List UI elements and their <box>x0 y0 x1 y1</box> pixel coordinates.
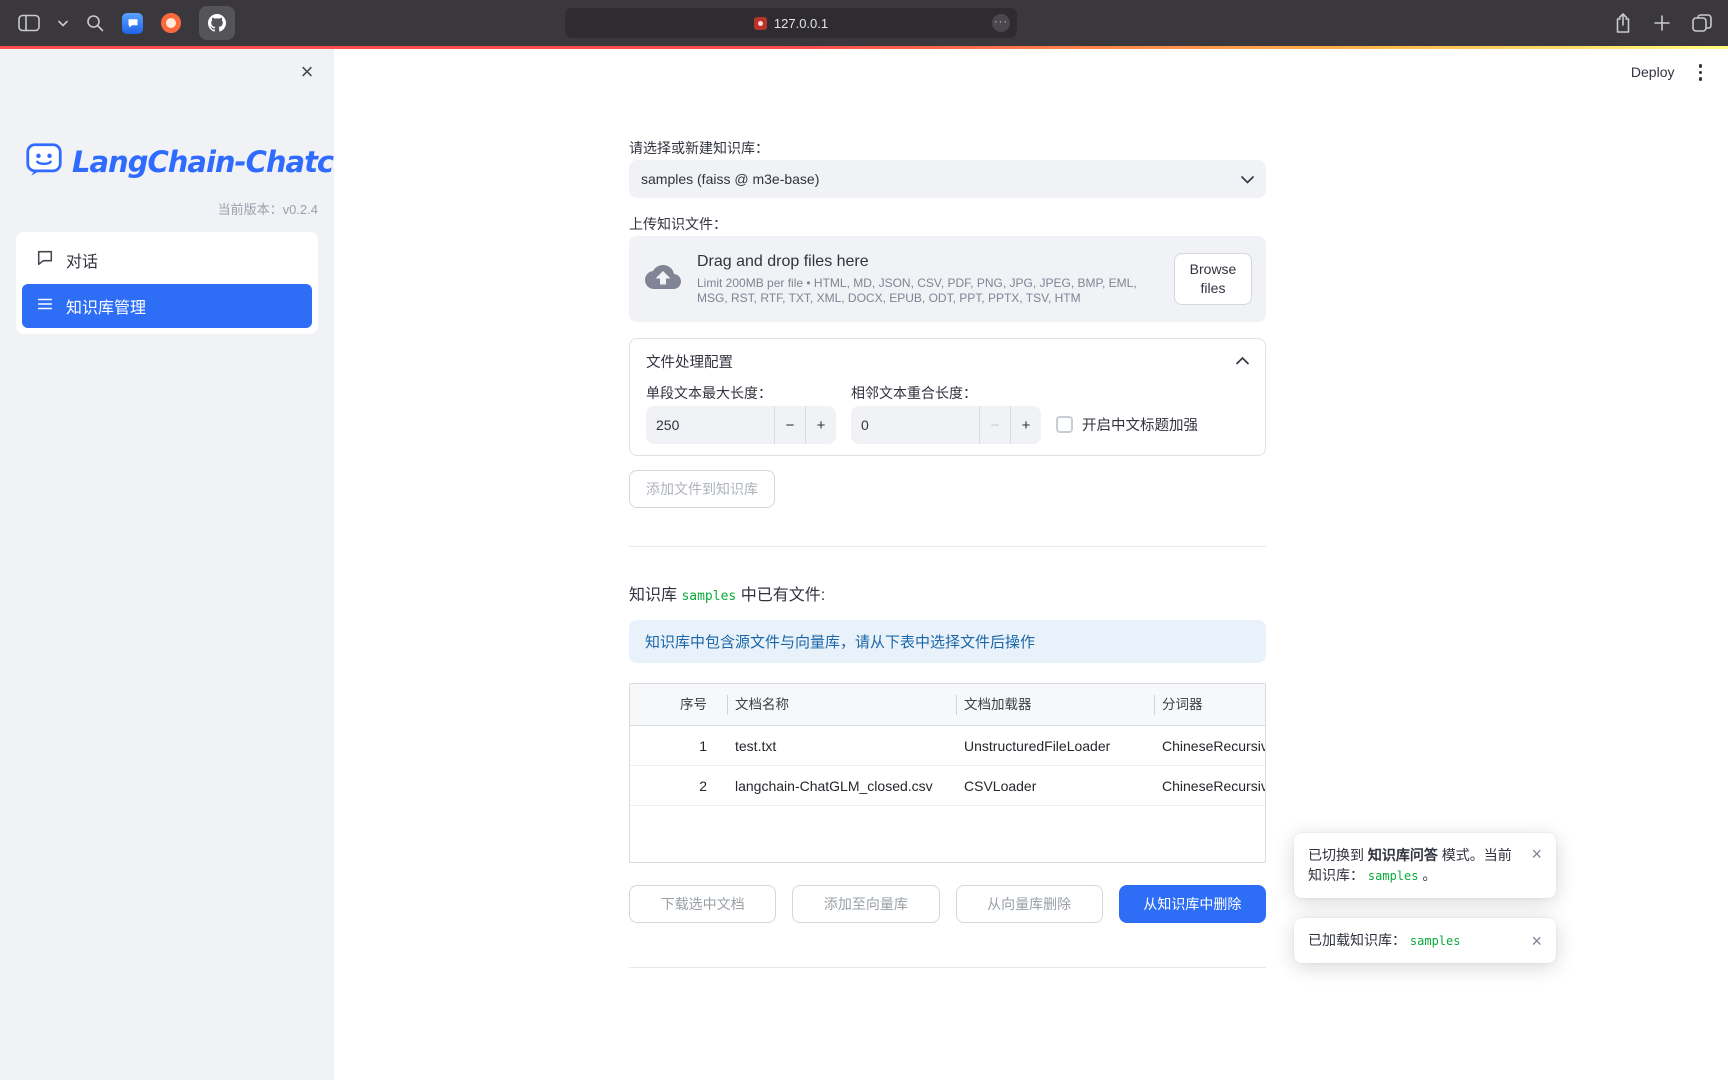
minus-stepper[interactable]: − <box>774 406 805 444</box>
info-banner: 知识库中包含源文件与向量库，请从下表中选择文件后操作 <box>629 620 1266 663</box>
toast-stack: 已切换到 知识库问答 模式。当前知识库： samples 。 × 已加载知识库：… <box>1294 833 1556 963</box>
delete-from-kb-button[interactable]: 从知识库中删除 <box>1119 885 1266 923</box>
expander-title: 文件处理配置 <box>646 351 1236 372</box>
cloud-upload-icon <box>645 259 681 300</box>
checkbox-box[interactable] <box>1056 416 1073 433</box>
toast-text: 已切换到 知识库问答 模式。当前知识库： samples 。 <box>1308 845 1521 886</box>
kb-selectbox[interactable]: samples (faiss @ m3e-base) <box>629 160 1266 198</box>
sidebar-item-knowledge-base[interactable]: 知识库管理 <box>22 284 312 328</box>
expander-body: 单段文本最大长度： 250 − + 相邻文本重合长度： 0 − + <box>630 383 1265 444</box>
table-cell[interactable]: langchain-ChatGLM_closed.csv <box>727 766 956 806</box>
column-header[interactable]: 文档加载器 <box>956 684 1154 726</box>
new-tab-icon[interactable] <box>1654 15 1670 31</box>
plus-stepper[interactable]: + <box>1010 406 1041 444</box>
table-empty-area <box>630 806 1265 862</box>
download-selected-button[interactable]: 下载选中文档 <box>629 885 776 923</box>
title-enhance-checkbox[interactable]: 开启中文标题加强 <box>1056 414 1198 435</box>
overlap-label: 相邻文本重合长度： <box>851 383 1041 401</box>
toast-mode-switched: 已切换到 知识库问答 模式。当前知识库： samples 。 × <box>1294 833 1556 898</box>
streamlit-header: Deploy <box>1631 60 1710 85</box>
pinned-tab-chat-icon[interactable] <box>122 13 143 34</box>
deploy-button[interactable]: Deploy <box>1631 64 1675 80</box>
dropzone-text: Drag and drop files here Limit 200MB per… <box>697 253 1158 306</box>
sidebar: × LangChain-Chatchat 当前版本：v0.2.4 对话 <box>0 49 334 1080</box>
action-buttons: 下载选中文档 添加至向量库 从向量库删除 从知识库中删除 <box>629 885 1266 923</box>
address-bar[interactable]: 127.0.0.1 ··· <box>565 8 1017 38</box>
pinned-tab-ring-icon[interactable] <box>161 13 181 33</box>
sidebar-item-label: 对话 <box>66 248 98 272</box>
table-cell[interactable]: ChineseRecursiveT <box>1154 726 1265 766</box>
overlap-value: 0 <box>851 406 979 444</box>
table-cell[interactable]: ChineseRecursiveT <box>1154 766 1265 806</box>
checkbox-label: 开启中文标题加强 <box>1082 414 1198 435</box>
close-icon[interactable]: × <box>1529 932 1544 950</box>
chevron-down-icon[interactable] <box>58 20 68 27</box>
file-config-expander: 文件处理配置 单段文本最大长度： 250 − + <box>629 338 1266 456</box>
max-length-field: 单段文本最大长度： 250 − + <box>646 383 836 444</box>
upload-label: 上传知识文件： <box>629 214 1266 232</box>
url-text: 127.0.0.1 <box>774 16 828 31</box>
files-table: 序号 文档名称 文档加载器 分词器 1 test.txt Unstructure… <box>629 683 1266 863</box>
toast-text: 已加载知识库： samples <box>1308 930 1521 951</box>
page-menu-icon[interactable]: ··· <box>992 14 1010 32</box>
sidebar-menu: 对话 知识库管理 <box>16 232 318 334</box>
logo-chat-icon <box>25 140 63 183</box>
table-cell[interactable]: test.txt <box>727 726 956 766</box>
max-length-label: 单段文本最大长度： <box>646 383 836 401</box>
version-text: 当前版本：v0.2.4 <box>218 199 318 218</box>
delete-from-vector-store-button[interactable]: 从向量库删除 <box>956 885 1103 923</box>
github-icon[interactable] <box>199 6 235 40</box>
site-favicon <box>754 17 767 30</box>
table-cell[interactable]: 2 <box>630 766 727 806</box>
table-cell[interactable]: UnstructuredFileLoader <box>956 726 1154 766</box>
table-cell[interactable]: CSVLoader <box>956 766 1154 806</box>
sidebar-item-chat[interactable]: 对话 <box>22 238 312 282</box>
minus-stepper[interactable]: − <box>979 406 1010 444</box>
sidebar-toggle-icon[interactable] <box>18 14 40 32</box>
expander-header[interactable]: 文件处理配置 <box>630 339 1265 383</box>
chat-bubble-icon <box>36 249 54 272</box>
column-header[interactable]: 序号 <box>630 684 727 726</box>
kb-select-label: 请选择或新建知识库： <box>629 138 1266 156</box>
file-dropzone[interactable]: Drag and drop files here Limit 200MB per… <box>629 236 1266 322</box>
table-cell[interactable]: 1 <box>630 726 727 766</box>
plus-stepper[interactable]: + <box>805 406 836 444</box>
kb-name-code: samples <box>681 589 736 604</box>
close-icon[interactable]: × <box>1529 845 1544 863</box>
kb-selected-value: samples (faiss @ m3e-base) <box>641 171 1241 187</box>
max-length-input[interactable]: 250 − + <box>646 406 836 444</box>
files-heading: 知识库 samples 中已有文件: <box>629 581 1266 603</box>
overlap-field: 相邻文本重合长度： 0 − + <box>851 383 1041 444</box>
kb-name-code: samples <box>1368 869 1419 883</box>
add-files-button[interactable]: 添加文件到知识库 <box>629 470 775 508</box>
kb-name-code: samples <box>1410 934 1461 948</box>
add-to-vector-store-button[interactable]: 添加至向量库 <box>792 885 939 923</box>
browse-files-button[interactable]: Browse files <box>1174 253 1252 305</box>
tab-overview-icon[interactable] <box>1692 14 1712 32</box>
max-length-value: 250 <box>646 406 774 444</box>
sidebar-item-label: 知识库管理 <box>66 294 146 318</box>
main-content: 请选择或新建知识库： samples (faiss @ m3e-base) 上传… <box>629 138 1266 968</box>
screen: 127.0.0.1 ··· × <box>0 0 1728 1080</box>
divider <box>629 967 1266 968</box>
share-icon[interactable] <box>1614 13 1632 34</box>
column-header[interactable]: 文档名称 <box>727 684 956 726</box>
chevron-up-icon <box>1236 353 1249 369</box>
toast-kb-loaded: 已加载知识库： samples × <box>1294 918 1556 963</box>
knowledge-base-icon <box>36 295 54 318</box>
kebab-menu-icon[interactable] <box>1691 60 1711 85</box>
chevron-down-icon <box>1241 171 1254 187</box>
divider <box>629 546 1266 547</box>
files-heading-prefix: 知识库 <box>629 587 681 604</box>
browser-toolbar: 127.0.0.1 ··· <box>0 0 1728 46</box>
search-icon[interactable] <box>86 14 104 32</box>
sidebar-close-icon[interactable]: × <box>294 59 320 85</box>
column-header[interactable]: 分词器 <box>1154 684 1265 726</box>
app-logo: LangChain-Chatchat <box>25 140 384 183</box>
dropzone-limit: Limit 200MB per file • HTML, MD, JSON, C… <box>697 276 1158 306</box>
files-heading-suffix: 中已有文件: <box>736 587 825 604</box>
dropzone-title: Drag and drop files here <box>697 253 1158 271</box>
overlap-input[interactable]: 0 − + <box>851 406 1041 444</box>
